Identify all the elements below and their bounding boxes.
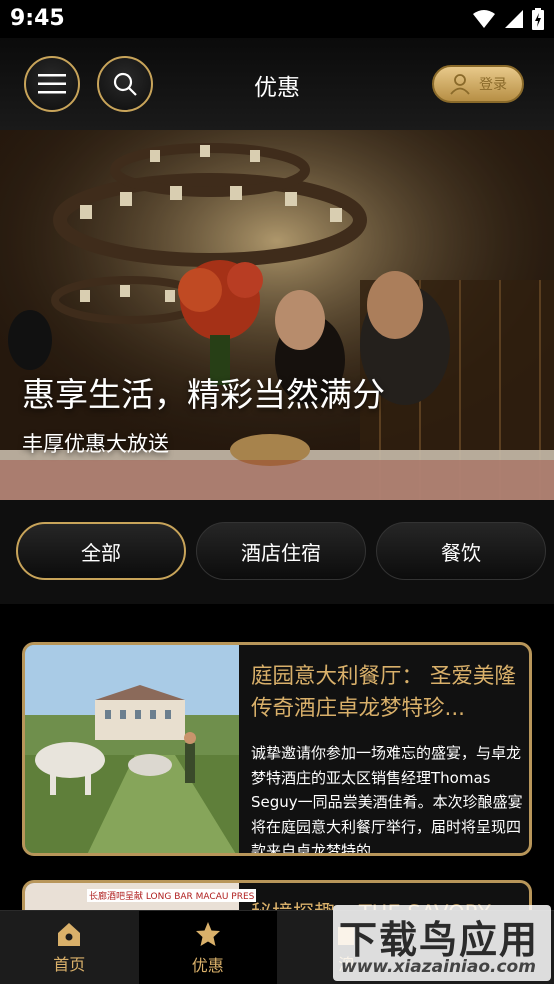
offer-card[interactable]: 庭园意大利餐厅： 圣爱美隆传奇酒庄卓龙梦特珍... 诚挚邀请你参加一场难忘的盛宴… — [22, 642, 532, 856]
home-icon — [58, 923, 81, 946]
nav-offers[interactable]: 优惠 — [138, 911, 277, 984]
hero-banner[interactable]: 惠享生活，精彩当然满分 丰厚优惠大放送 — [0, 130, 554, 500]
status-icons — [472, 8, 544, 30]
offer-image — [25, 645, 239, 853]
filter-all[interactable]: 全部 — [16, 522, 186, 580]
hero-subline: 丰厚优惠大放送 — [22, 432, 169, 456]
signal-icon — [505, 10, 523, 28]
filter-dining[interactable]: 餐饮 — [376, 522, 546, 580]
nav-home-label: 首页 — [53, 955, 86, 974]
user-icon — [450, 74, 470, 95]
offer-title: 庭园意大利餐厅： 圣爱美隆传奇酒庄卓龙梦特珍... — [251, 664, 516, 721]
watermark-url: www.xiazainiao.com — [341, 957, 536, 977]
filter-bar: 全部 酒店住宿 餐饮 — [0, 500, 554, 604]
watermark: 下载鸟应用 www.xiazainiao.com — [333, 905, 551, 981]
nav-offers-label: 优惠 — [191, 956, 224, 975]
offer-description: 诚挚邀请你参加一场难忘的盛宴，与卓龙梦特酒庄的亚太区销售经理Thomas Seg… — [251, 744, 523, 856]
star-icon — [195, 922, 220, 946]
login-label: 登录 — [479, 77, 507, 93]
watermark-main: 下载鸟应用 — [339, 918, 540, 962]
filter-hotel[interactable]: 酒店住宿 — [196, 522, 366, 580]
status-time: 9:45 — [10, 6, 65, 31]
login-button[interactable]: 登录 — [432, 65, 524, 103]
top-bar: 优惠 登录 — [0, 38, 554, 130]
offer-ribbon: 长廊酒吧呈献 LONG BAR MACAU PRES — [87, 889, 257, 902]
status-bar: 9:45 — [0, 0, 554, 38]
hero-headline: 惠享生活，精彩当然满分 — [22, 375, 385, 414]
wifi-icon — [473, 10, 495, 28]
battery-icon — [532, 8, 544, 30]
nav-home[interactable]: 首页 — [0, 911, 139, 984]
